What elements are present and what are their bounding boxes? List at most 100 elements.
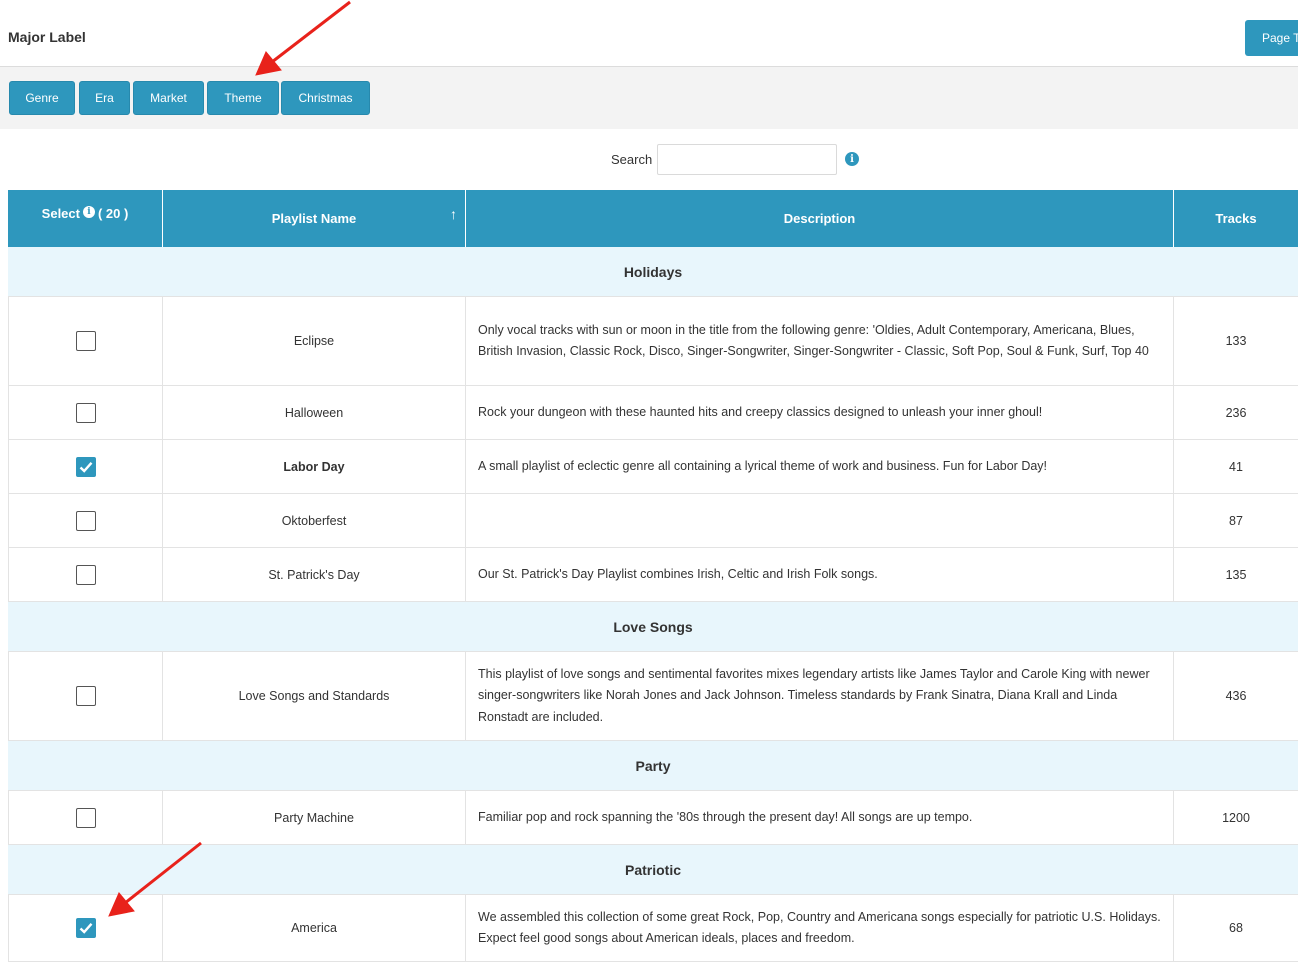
playlist-name-cell: Halloween: [163, 386, 466, 439]
track-count: 133: [1225, 334, 1247, 348]
select-count: ( 20 ): [97, 206, 129, 221]
select-cell: [9, 548, 163, 601]
description-cell: Familiar pop and rock spanning the '80s …: [466, 791, 1174, 844]
track-count: 41: [1229, 459, 1243, 474]
playlist-name-cell: St. Patrick's Day: [163, 548, 466, 601]
playlist-name: Love Songs and Standards: [238, 689, 390, 703]
table-row[interactable]: Labor Day A small playlist of eclectic ge…: [8, 440, 1298, 494]
select-cell: [9, 386, 163, 439]
playlist-description: Rock your dungeon with these haunted hit…: [478, 404, 1043, 419]
table-header: Select i ( 20 ) Playlist Name ↑ Descript…: [8, 190, 1298, 247]
check-icon: [79, 461, 92, 473]
row-checkbox[interactable]: [75, 456, 96, 477]
row-checkbox[interactable]: [75, 686, 96, 706]
page-title: Major Label: [8, 29, 86, 45]
track-count: 236: [1225, 405, 1247, 420]
select-column-header[interactable]: Select i ( 20 ): [8, 190, 163, 247]
playlist-name: Party Machine: [274, 810, 354, 825]
playlist-name: St. Patrick's Day: [268, 567, 360, 582]
description-cell: Only vocal tracks with sun or moon in th…: [466, 297, 1174, 385]
playlist-name: Eclipse: [293, 334, 335, 348]
select-cell: [9, 297, 163, 385]
select-cell: [9, 440, 163, 493]
track-count: 1200: [1222, 810, 1250, 825]
description-cell: A small playlist of eclectic genre all c…: [466, 440, 1174, 493]
table-row[interactable]: Party Machine Familiar pop and rock spann…: [8, 791, 1298, 845]
table-row[interactable]: Eclipse Only vocal tracks with sun or moo…: [8, 297, 1298, 386]
top-bar: Major Label Page T: [0, 0, 1298, 67]
tracks-cell: 41: [1174, 440, 1298, 493]
group-header: Holidays: [8, 247, 1298, 297]
playlist-name-cell: Eclipse: [163, 297, 466, 385]
playlist-description: This playlist of love songs and sentimen…: [478, 666, 1150, 724]
page-button[interactable]: Page T: [1245, 20, 1298, 56]
track-count: 436: [1225, 689, 1247, 703]
description-cell: This playlist of love songs and sentimen…: [466, 652, 1174, 740]
tab-era[interactable]: Era: [79, 81, 130, 115]
tracks-cell: 436: [1174, 652, 1298, 740]
playlist-name-column-header[interactable]: Playlist Name ↑: [163, 190, 466, 247]
playlist-name: America: [291, 921, 337, 935]
group-header: Love Songs: [8, 602, 1298, 652]
filter-tab-bar: Genre Era Market Theme Christmas: [0, 67, 1298, 129]
tracks-cell: 68: [1174, 895, 1298, 961]
playlist-name-header-label: Playlist Name: [271, 211, 357, 226]
table-row[interactable]: Oktoberfest 87: [8, 494, 1298, 548]
table-row[interactable]: Halloween Rock your dungeon with these ha…: [8, 386, 1298, 440]
tracks-cell: 87: [1174, 494, 1298, 547]
row-checkbox[interactable]: [75, 402, 96, 423]
tracks-cell: 133: [1174, 297, 1298, 385]
playlist-name-cell: Party Machine: [163, 791, 466, 844]
select-header-label: Select: [41, 206, 80, 221]
description-header-label: Description: [783, 211, 856, 226]
table-row[interactable]: Love Songs and Standards This playlist of…: [8, 652, 1298, 741]
sort-arrow-up-icon[interactable]: ↑: [450, 206, 457, 222]
tracks-header-label: Tracks: [1215, 211, 1257, 226]
playlist-name: Halloween: [284, 405, 344, 420]
tracks-column-header[interactable]: Tracks: [1174, 190, 1298, 247]
playlist-name-cell: America: [163, 895, 466, 961]
playlist-name-cell: Labor Day: [163, 440, 466, 493]
table-row[interactable]: St. Patrick's Day Our St. Patrick's Day P…: [8, 548, 1298, 602]
tracks-cell: 135: [1174, 548, 1298, 601]
playlist-description: We assembled this collection of some gre…: [478, 909, 1161, 946]
playlist-name-cell: Oktoberfest: [163, 494, 466, 547]
description-cell: Rock your dungeon with these haunted hit…: [466, 386, 1174, 439]
description-cell: We assembled this collection of some gre…: [466, 895, 1174, 961]
search-label: Search: [611, 152, 653, 167]
check-icon: [79, 923, 92, 934]
playlist-description: A small playlist of eclectic genre all c…: [478, 458, 1048, 473]
playlist-name-cell: Love Songs and Standards: [163, 652, 466, 740]
playlist-name: Labor Day: [283, 459, 345, 474]
track-count: 87: [1229, 513, 1243, 528]
info-icon[interactable]: i: [82, 206, 95, 218]
select-cell: [9, 791, 163, 844]
playlist-description: Only vocal tracks with sun or moon in th…: [478, 322, 1149, 359]
tab-theme[interactable]: Theme: [207, 81, 279, 115]
row-checkbox[interactable]: [75, 564, 96, 585]
row-checkbox[interactable]: [75, 807, 96, 828]
tab-genre[interactable]: Genre: [9, 81, 75, 115]
track-count: 135: [1225, 567, 1247, 582]
row-checkbox[interactable]: [75, 331, 96, 351]
select-cell: [9, 494, 163, 547]
search-row: Search i: [0, 140, 1298, 180]
playlist-description: Familiar pop and rock spanning the '80s …: [478, 809, 973, 824]
description-column-header[interactable]: Description: [466, 190, 1174, 247]
search-input[interactable]: [657, 144, 837, 175]
tab-christmas[interactable]: Christmas: [281, 81, 370, 115]
group-header: Patriotic: [8, 845, 1298, 895]
playlist-name: Oktoberfest: [281, 513, 347, 528]
track-count: 68: [1229, 921, 1243, 935]
table-row[interactable]: America We assembled this collection of s…: [8, 895, 1298, 962]
row-checkbox[interactable]: [75, 918, 96, 938]
row-checkbox[interactable]: [75, 510, 96, 531]
select-cell: [9, 652, 163, 740]
tracks-cell: 236: [1174, 386, 1298, 439]
tab-market[interactable]: Market: [133, 81, 204, 115]
group-header: Party: [8, 741, 1298, 791]
description-cell: Our St. Patrick's Day Playlist combines …: [466, 548, 1174, 601]
description-cell: [466, 494, 1174, 547]
tracks-cell: 1200: [1174, 791, 1298, 844]
info-icon[interactable]: i: [845, 152, 859, 166]
